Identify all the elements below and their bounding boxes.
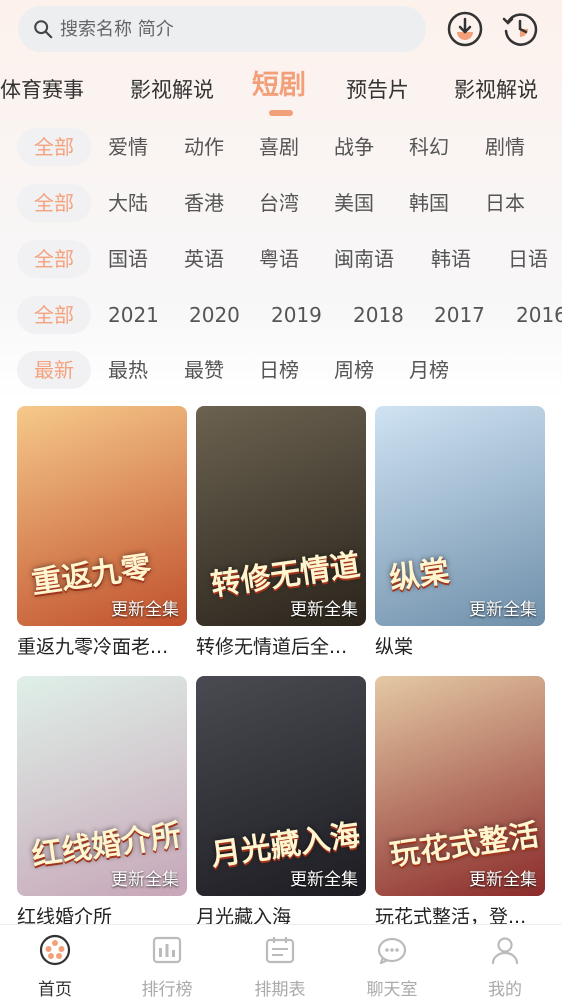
nav-ranking[interactable]: 排行榜 (122, 933, 212, 1000)
nav-label: 聊天室 (366, 980, 418, 1000)
nav-label: 首页 (38, 980, 72, 1000)
filter-year-option[interactable]: 2019 (271, 296, 322, 334)
filter-year-option[interactable]: 2021 (108, 296, 159, 334)
filter-genre-option[interactable]: 喜剧 (259, 128, 299, 166)
filter-region-option[interactable]: 日本 (485, 184, 525, 222)
update-badge: 更新全集 (290, 600, 358, 620)
search-bar[interactable] (18, 6, 426, 52)
filter-year-selected[interactable]: 全部 (17, 296, 91, 334)
filter-year-option[interactable]: 2018 (353, 296, 404, 334)
update-badge: 更新全集 (469, 870, 537, 890)
filter-region-selected[interactable]: 全部 (17, 184, 91, 222)
search-icon (34, 20, 53, 39)
video-poster[interactable]: 纵棠 更新全集 (375, 406, 545, 626)
filter-region: 全部 大陆 香港 台湾 美国 韩国 日本 (0, 184, 562, 224)
tab-trailer[interactable]: 预告片 (346, 70, 409, 110)
nav-label: 排行榜 (141, 980, 193, 1000)
filter-language-option[interactable]: 国语 (108, 240, 148, 278)
filter-region-option[interactable]: 韩国 (409, 184, 449, 222)
video-poster[interactable]: 玩花式整活 更新全集 (375, 676, 545, 896)
filter-year: 全部 2021 2020 2019 2018 2017 2016 (0, 296, 562, 336)
nav-label: 排期表 (254, 980, 306, 1000)
video-poster[interactable]: 转修无情道 更新全集 (196, 406, 366, 626)
tab-movie-commentary[interactable]: 影视解说 (130, 70, 214, 110)
filter-sort-selected[interactable]: 最新 (17, 351, 91, 389)
nav-chat-room[interactable]: 聊天室 (347, 933, 437, 1000)
filter-genre-option[interactable]: 动作 (184, 128, 224, 166)
filter-language-option[interactable]: 闽南语 (334, 240, 394, 278)
video-card[interactable]: 纵棠 更新全集 纵棠 (375, 406, 545, 659)
tab-sports[interactable]: 体育赛事 (0, 70, 84, 110)
history-icon[interactable] (501, 10, 539, 48)
filter-region-option[interactable]: 大陆 (108, 184, 148, 222)
filter-language-option[interactable]: 日语 (508, 240, 548, 278)
video-card[interactable]: 玩花式整活 更新全集 玩花式整活，登... (375, 676, 545, 929)
filter-region-option[interactable]: 台湾 (259, 184, 299, 222)
video-title[interactable]: 纵棠 (375, 632, 545, 659)
video-card[interactable]: 月光藏入海 更新全集 月光藏入海 (196, 676, 366, 929)
video-poster[interactable]: 红线婚介所 更新全集 (17, 676, 187, 896)
active-tab-indicator (269, 110, 293, 116)
video-card[interactable]: 红线婚介所 更新全集 红线婚介所 (17, 676, 187, 929)
update-badge: 更新全集 (290, 870, 358, 890)
filter-language-option[interactable]: 韩语 (431, 240, 471, 278)
filter-sort-option[interactable]: 最热 (108, 351, 148, 389)
download-icon[interactable] (446, 10, 484, 48)
filter-genre-option[interactable]: 爱情 (108, 128, 148, 166)
update-badge: 更新全集 (469, 600, 537, 620)
home-film-reel-icon (39, 934, 71, 966)
tab-movie-commentary-2[interactable]: 影视解说 (454, 70, 538, 110)
filter-year-option[interactable]: 2017 (434, 296, 485, 334)
filter-genre: 全部 爱情 动作 喜剧 战争 科幻 剧情 (0, 128, 562, 168)
video-card[interactable]: 转修无情道 更新全集 转修无情道后全... (196, 406, 366, 659)
nav-schedule[interactable]: 排期表 (235, 933, 325, 1000)
filter-language-option[interactable]: 粤语 (259, 240, 299, 278)
filter-language: 全部 国语 英语 粤语 闽南语 韩语 日语 (0, 240, 562, 280)
nav-label: 我的 (488, 980, 522, 1000)
filter-genre-option[interactable]: 剧情 (485, 128, 525, 166)
video-title[interactable]: 重返九零冷面老... (17, 632, 187, 659)
poster-title-art: 纵棠 (387, 553, 452, 597)
filter-sort-option[interactable]: 周榜 (334, 351, 374, 389)
update-badge: 更新全集 (111, 600, 179, 620)
filter-language-selected[interactable]: 全部 (17, 240, 91, 278)
filter-year-option[interactable]: 2016 (516, 296, 562, 334)
chat-room-icon (377, 937, 407, 965)
filter-region-option[interactable]: 香港 (184, 184, 224, 222)
filter-sort-option[interactable]: 月榜 (409, 351, 449, 389)
schedule-calendar-icon (265, 937, 295, 964)
filter-region-option[interactable]: 美国 (334, 184, 374, 222)
filter-year-option[interactable]: 2020 (189, 296, 240, 334)
filter-sort-option[interactable]: 日榜 (259, 351, 299, 389)
filter-genre-option[interactable]: 战争 (334, 128, 374, 166)
profile-icon (491, 937, 519, 965)
search-input[interactable] (60, 18, 380, 40)
filter-sort: 最新 最热 最赞 日榜 周榜 月榜 (0, 351, 562, 391)
filter-genre-option[interactable]: 科幻 (409, 128, 449, 166)
filter-language-option[interactable]: 英语 (184, 240, 224, 278)
video-poster[interactable]: 月光藏入海 更新全集 (196, 676, 366, 896)
video-poster[interactable]: 重返九零 更新全集 (17, 406, 187, 626)
update-badge: 更新全集 (111, 870, 179, 890)
bottom-nav: 首页 排行榜 排期表 聊天室 我的 (0, 924, 562, 1001)
filter-genre-selected[interactable]: 全部 (17, 128, 91, 166)
video-title[interactable]: 转修无情道后全... (196, 632, 366, 659)
header (18, 6, 562, 54)
nav-profile[interactable]: 我的 (460, 933, 550, 1000)
tab-short-drama[interactable]: 短剧 (252, 66, 306, 106)
nav-home[interactable]: 首页 (10, 933, 100, 1000)
video-card[interactable]: 重返九零 更新全集 重返九零冷面老... (17, 406, 187, 659)
ranking-chart-icon (152, 936, 182, 964)
filter-sort-option[interactable]: 最赞 (184, 351, 224, 389)
